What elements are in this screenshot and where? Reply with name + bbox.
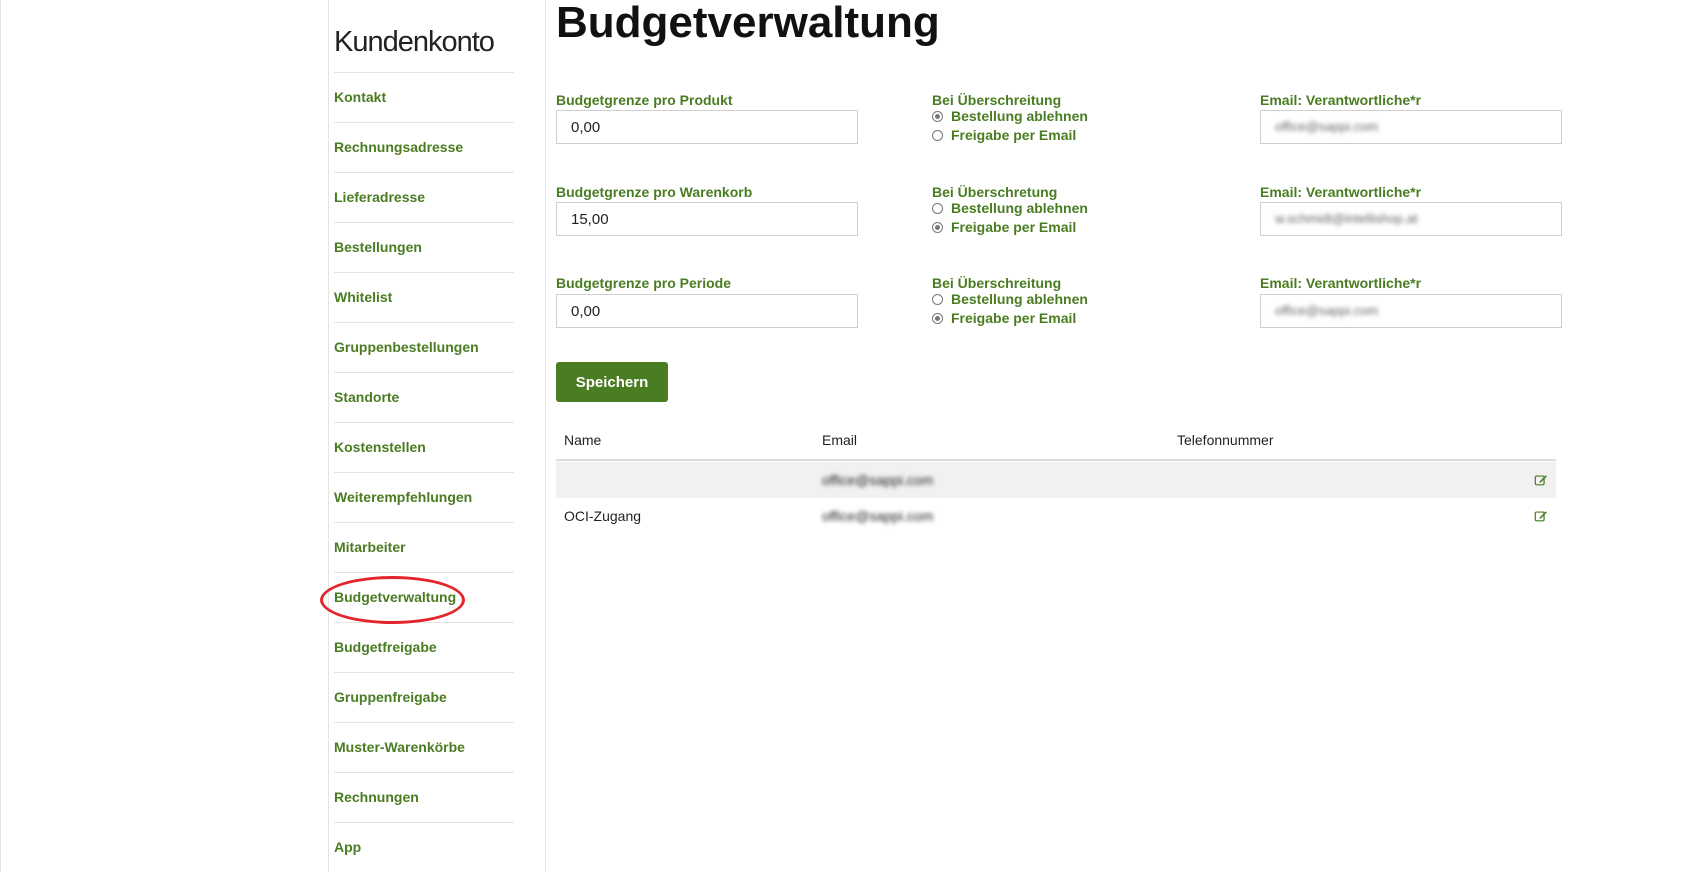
budget-period-label: Budgetgrenze pro Periode [556,275,732,291]
sidebar-item-budgetfreigabe[interactable]: Budgetfreigabe [334,623,514,673]
sidebar-item-kostenstellen[interactable]: Kostenstellen [334,423,514,473]
sidebar-item-whitelist[interactable]: Whitelist [334,273,514,323]
budget-product-option-reject[interactable]: Bestellung ablehnen [932,108,1088,124]
radio-unchecked-icon[interactable] [932,129,943,141]
sidebar-title: Kundenkonto [334,26,495,58]
radio-unchecked-icon[interactable] [932,202,943,214]
budget-cart-email-input[interactable]: w.schmidt@intellishop.at [1260,202,1562,236]
sidebar-item-rechnungen[interactable]: Rechnungen [334,773,514,823]
sidebar-item-gruppenfreigabe[interactable]: Gruppenfreigabe [334,673,514,723]
sidebar-divider [545,0,546,872]
account-sidebar: Kundenkonto Kontakt Rechnungsadresse Lie… [334,0,514,872]
edit-icon[interactable] [1534,509,1548,523]
sidebar-item-weiterempfehlungen[interactable]: Weiterempfehlungen [334,473,514,523]
radio-checked-icon[interactable] [932,110,943,122]
sidebar-item-app[interactable]: App [334,823,514,872]
option-label: Bestellung ablehnen [951,108,1088,124]
option-label: Freigabe per Email [951,219,1077,235]
edit-icon[interactable] [1534,473,1548,487]
budget-period-exceed-label: Bei Überschreitung [932,275,1062,291]
budget-product-email-input[interactable]: office@sappi.com [1260,110,1562,144]
budget-product-exceed-label: Bei Überschreitung [932,92,1062,108]
budget-cart-option-reject[interactable]: Bestellung ablehnen [932,200,1088,216]
option-label: Bestellung ablehnen [951,291,1088,307]
row-name: OCI-Zugang [564,508,642,524]
budget-period-option-reject[interactable]: Bestellung ablehnen [932,291,1088,307]
sidebar-item-kontakt[interactable]: Kontakt [334,73,514,123]
row-email: office@sappi.com [822,508,934,524]
table-row: OCI-Zugang office@sappi.com [556,498,1556,534]
radio-checked-icon[interactable] [932,221,943,233]
sidebar-item-gruppenbestellungen[interactable]: Gruppenbestellungen [334,323,514,373]
email-value: w.schmidt@intellishop.at [1275,211,1418,226]
sidebar-item-mitarbeiter[interactable]: Mitarbeiter [334,523,514,573]
row-email: office@sappi.com [822,472,934,488]
save-button[interactable]: Speichern [556,362,668,402]
budget-product-email-label: Email: Verantwortliche*r [1260,92,1422,108]
sidebar-item-rechnungsadresse[interactable]: Rechnungsadresse [334,123,514,173]
budget-cart-input[interactable] [556,202,858,236]
table-header-email: Email [822,432,858,448]
option-label: Freigabe per Email [951,310,1077,326]
page-border-left [0,0,1,872]
budget-cart-email-label: Email: Verantwortliche*r [1260,184,1422,200]
sidebar-item-standorte[interactable]: Standorte [334,373,514,423]
radio-unchecked-icon[interactable] [932,293,943,305]
option-label: Freigabe per Email [951,127,1077,143]
sidebar-item-muster-warenkoerbe[interactable]: Muster-Warenkörbe [334,723,514,773]
budget-product-option-email[interactable]: Freigabe per Email [932,127,1076,143]
budget-period-option-email[interactable]: Freigabe per Email [932,310,1076,326]
content-border-left [328,0,329,872]
budget-product-input[interactable] [556,110,858,144]
budget-cart-option-email[interactable]: Freigabe per Email [932,219,1076,235]
sidebar-item-lieferadresse[interactable]: Lieferadresse [334,173,514,223]
table-row: office@sappi.com [556,462,1556,498]
option-label: Bestellung ablehnen [951,200,1088,216]
radio-checked-icon[interactable] [932,312,943,324]
sidebar-item-bestellungen[interactable]: Bestellungen [334,223,514,273]
budget-product-label: Budgetgrenze pro Produkt [556,92,733,108]
budget-cart-exceed-label: Bei Überschretung [932,184,1058,200]
page-title: Budgetverwaltung [556,0,940,47]
email-value: office@sappi.com [1275,303,1379,318]
email-value: office@sappi.com [1275,119,1379,134]
budget-period-email-input[interactable]: office@sappi.com [1260,294,1562,328]
budget-period-email-label: Email: Verantwortliche*r [1260,275,1422,291]
table-header-phone: Telefonnummer [1177,432,1274,448]
sidebar-item-budgetverwaltung[interactable]: Budgetverwaltung [334,573,514,623]
table-header-divider [556,459,1556,461]
budget-period-input[interactable] [556,294,858,328]
table-header-name: Name [564,432,602,448]
budget-cart-label: Budgetgrenze pro Warenkorb [556,184,753,200]
